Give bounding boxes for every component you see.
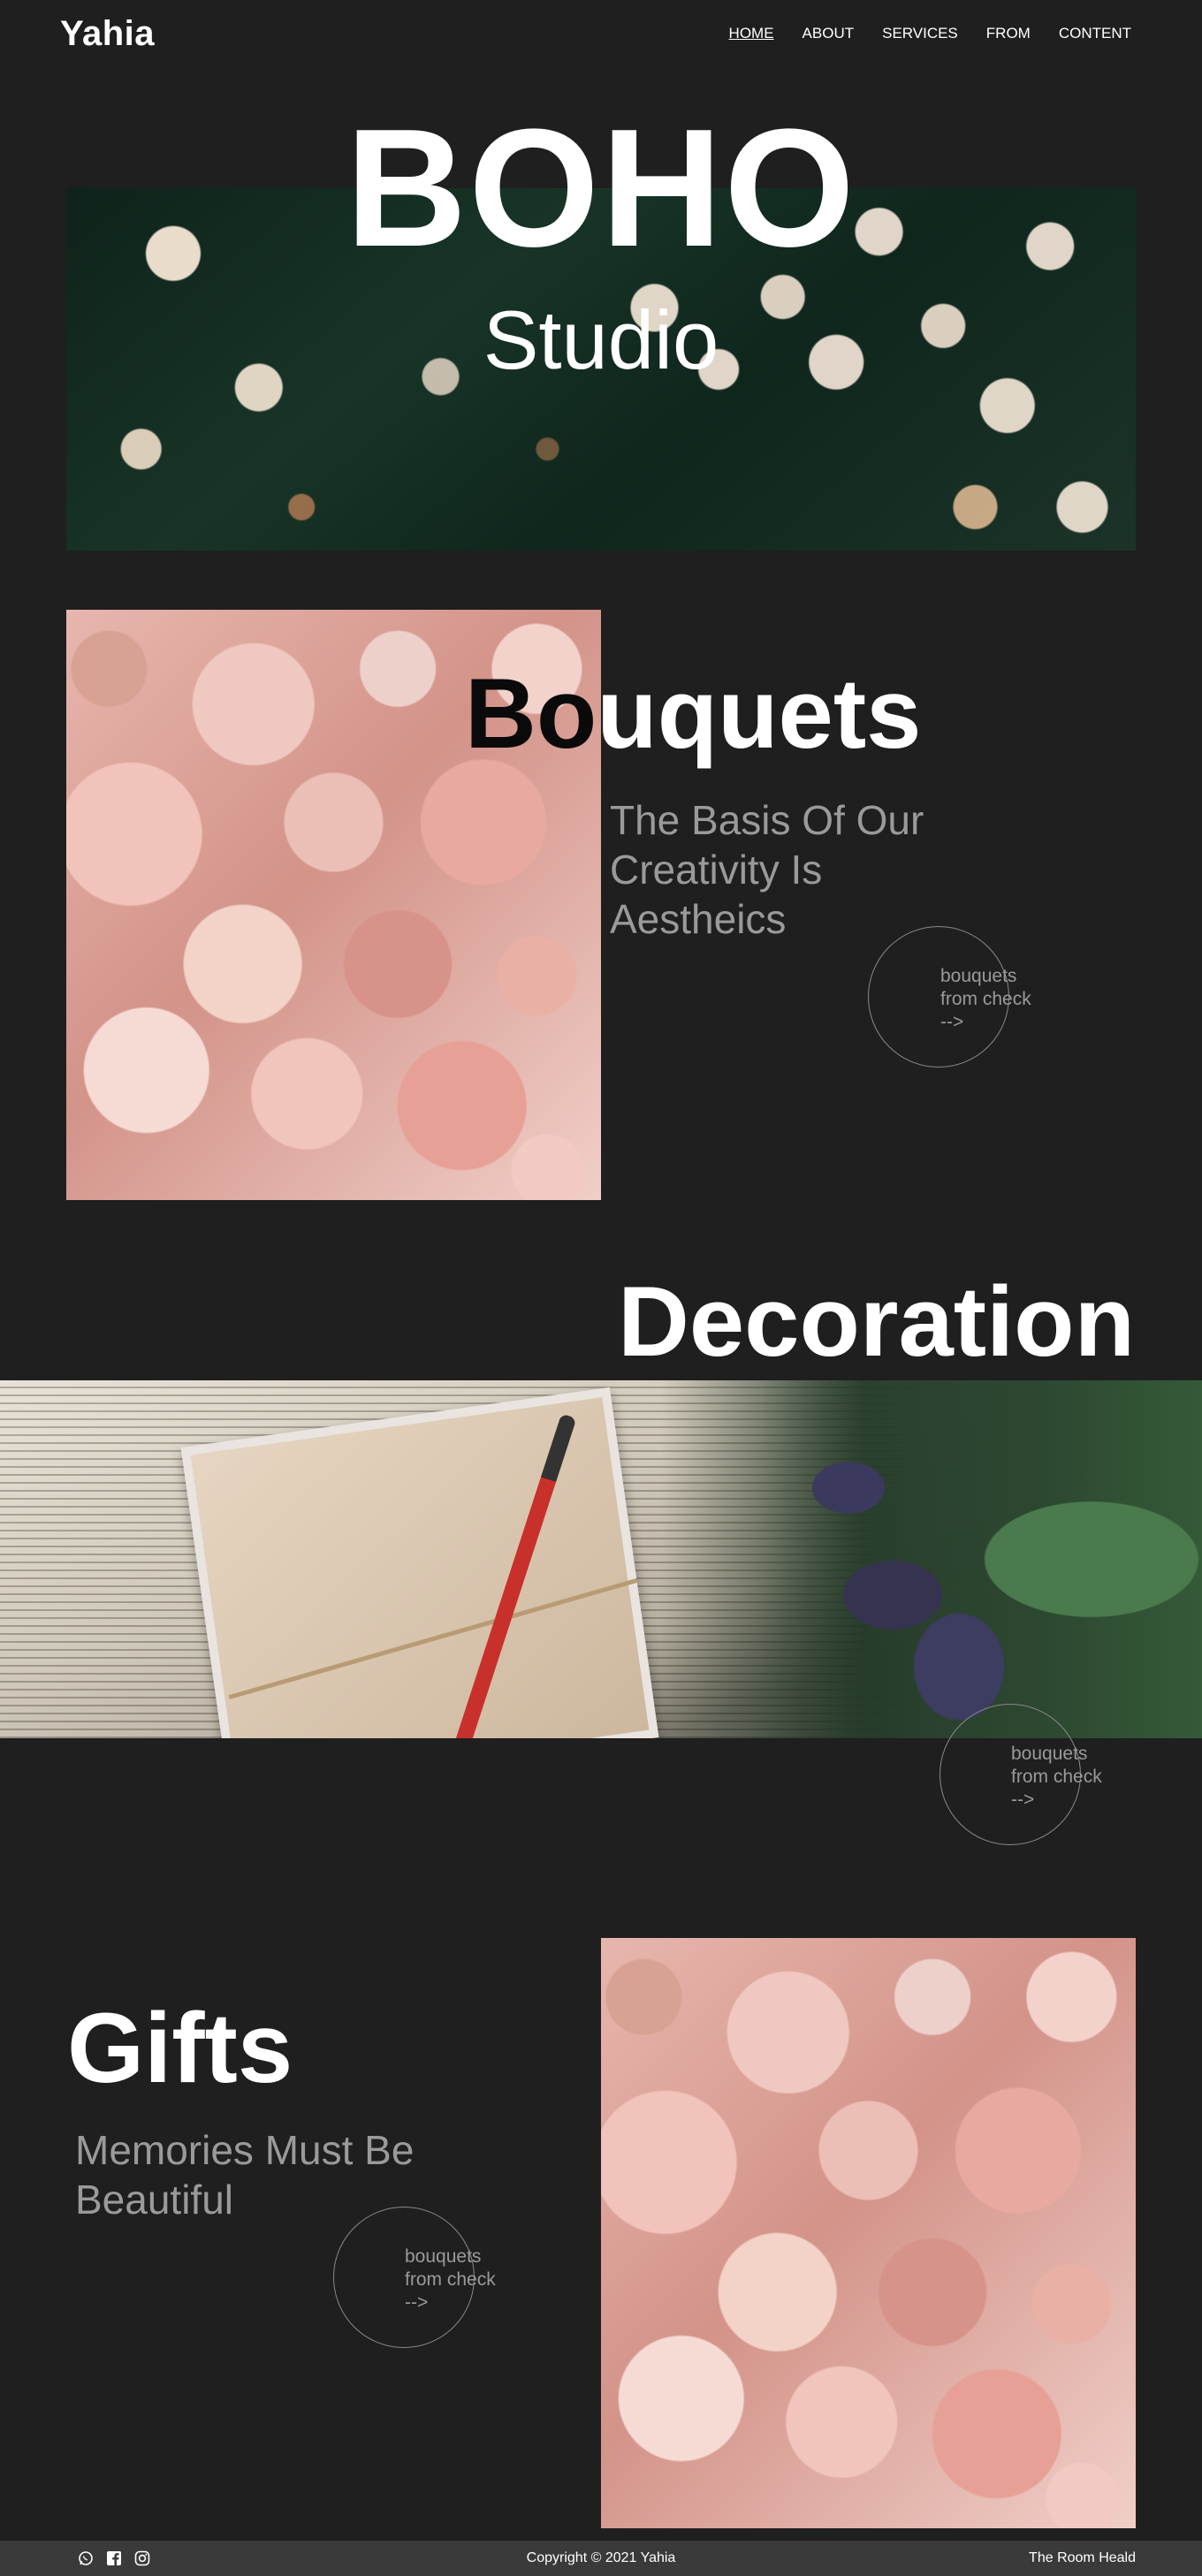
cta-arrow: --> [1011,1790,1035,1810]
letters-decor [180,1387,659,1738]
nav-from[interactable]: FROM [986,25,1031,42]
nav-content[interactable]: CONTENT [1059,25,1131,42]
bouquets-cta-text[interactable]: bouquets from check --> [940,965,1031,1034]
hero-title: BOHO [346,95,856,282]
hero-subtitle: Studio [483,293,719,386]
nav-home[interactable]: HOME [729,25,774,42]
gifts-image [601,1938,1136,2528]
footer: Copyright © 2021 Yahia The Room Heald [0,2541,1202,2576]
site-logo[interactable]: Yahia [60,14,155,54]
decoration-title: Decoration [618,1266,1135,1377]
cta-line: bouquets [405,2246,482,2267]
cta-line: from check [1011,1767,1102,1787]
cta-arrow: --> [405,2292,429,2313]
nav-about[interactable]: ABOUT [803,25,855,42]
main-nav: HOME ABOUT SERVICES FROM CONTENT [729,25,1131,42]
copyright-text: Copyright © 2021 Yahia [526,2550,676,2565]
bouquets-title-dark: Bo [465,658,597,769]
bouquets-title: Bouquets [465,665,921,764]
cta-line: from check [405,2269,496,2290]
cta-line: bouquets [940,966,1017,986]
lavender-decor [760,1380,1202,1738]
decoration-image [0,1380,1202,1738]
cta-line: bouquets [1011,1744,1088,1764]
cta-arrow: --> [940,1012,964,1032]
gifts-cta-text[interactable]: bouquets from check --> [405,2245,496,2314]
nav-services[interactable]: SERVICES [882,25,958,42]
gifts-title: Gifts [67,1993,293,2103]
cta-line: from check [940,989,1031,1009]
bouquets-subtitle: The Basis Of Our Creativity Is Aestheics [610,797,924,942]
bouquets-title-light: uquets [597,658,922,769]
decoration-cta-text[interactable]: bouquets from check --> [1011,1743,1102,1812]
footer-right-text: The Room Heald [1029,2550,1136,2565]
